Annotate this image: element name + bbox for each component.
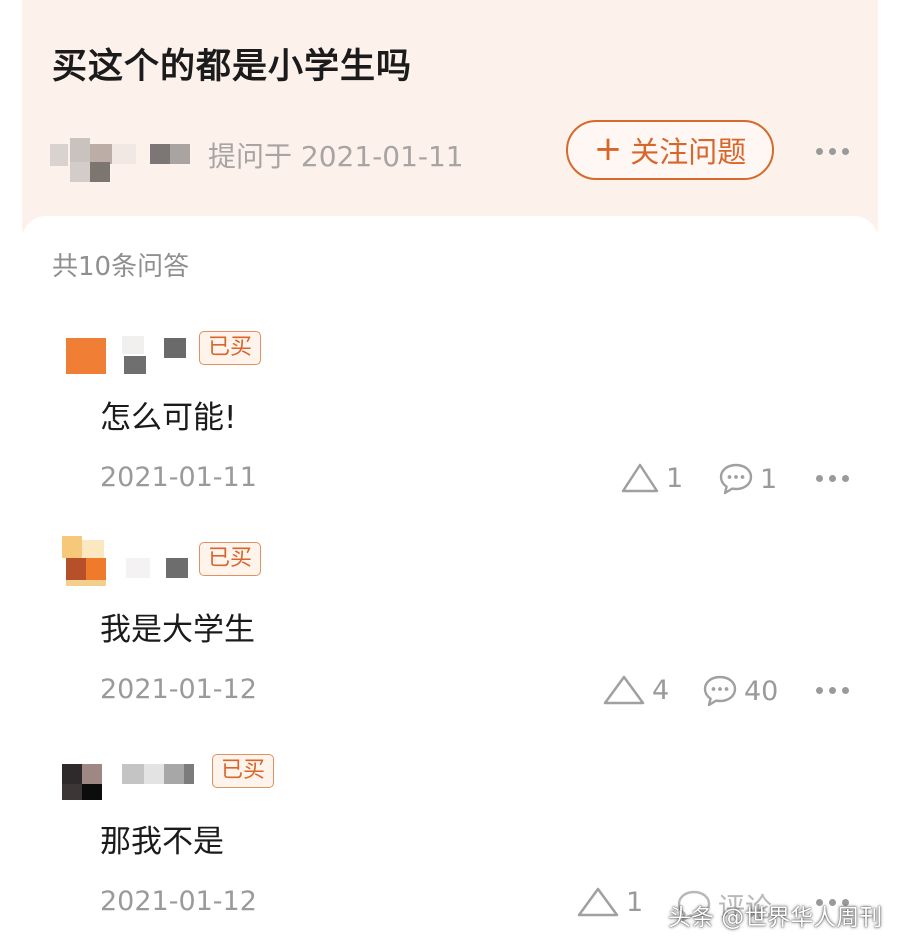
purchased-badge: 已买 [212, 754, 275, 788]
comment-button[interactable]: 40 [702, 674, 778, 708]
answers-count-label: 共10条问答 [52, 252, 190, 282]
answer-text: 我是大学生 [100, 612, 255, 648]
comment-button[interactable]: 1 [718, 462, 777, 496]
answer-avatar[interactable] [64, 334, 194, 384]
triangle-like-icon [621, 463, 659, 493]
answer-more-icon[interactable] [816, 687, 849, 694]
follow-question-label: 关注问题 [630, 135, 747, 169]
like-count: 1 [666, 462, 684, 494]
answer-avatar[interactable] [60, 760, 194, 810]
like-button[interactable]: 1 [620, 462, 683, 494]
like-button[interactable]: 4 [602, 674, 669, 706]
question-more-icon[interactable] [816, 148, 849, 155]
answer-date: 2021-01-11 [100, 462, 257, 493]
triangle-like-icon [603, 675, 645, 705]
triangle-like-icon [577, 887, 619, 917]
asker-avatar[interactable] [50, 138, 200, 186]
like-count: 1 [626, 886, 644, 918]
answer-date: 2021-01-12 [100, 886, 257, 917]
like-button[interactable]: 1 [576, 886, 643, 918]
answer-date: 2021-01-12 [100, 674, 257, 705]
answer-more-icon[interactable] [816, 475, 849, 482]
purchased-badge: 已买 [199, 542, 262, 576]
watermark: 头条 @世界华人周刊 [668, 905, 883, 931]
comment-count: 1 [760, 463, 778, 495]
speech-bubble-icon [719, 463, 753, 495]
qa-page: 买这个的都是小学生吗 提问于 2021-01-11 + 关注问题 共10条问答 … [0, 0, 900, 946]
question-title: 买这个的都是小学生吗 [52, 47, 413, 87]
like-count: 4 [652, 674, 670, 706]
answer-text: 怎么可能! [100, 400, 237, 436]
answer-avatar[interactable] [54, 536, 188, 586]
plus-icon: + [593, 128, 623, 169]
purchased-badge: 已买 [199, 331, 262, 365]
comment-count: 40 [744, 675, 779, 707]
answer-text: 那我不是 [100, 824, 224, 860]
follow-question-button[interactable]: + 关注问题 [566, 120, 774, 180]
speech-bubble-icon [703, 675, 737, 707]
question-ask-time: 提问于 2021-01-11 [208, 140, 464, 173]
